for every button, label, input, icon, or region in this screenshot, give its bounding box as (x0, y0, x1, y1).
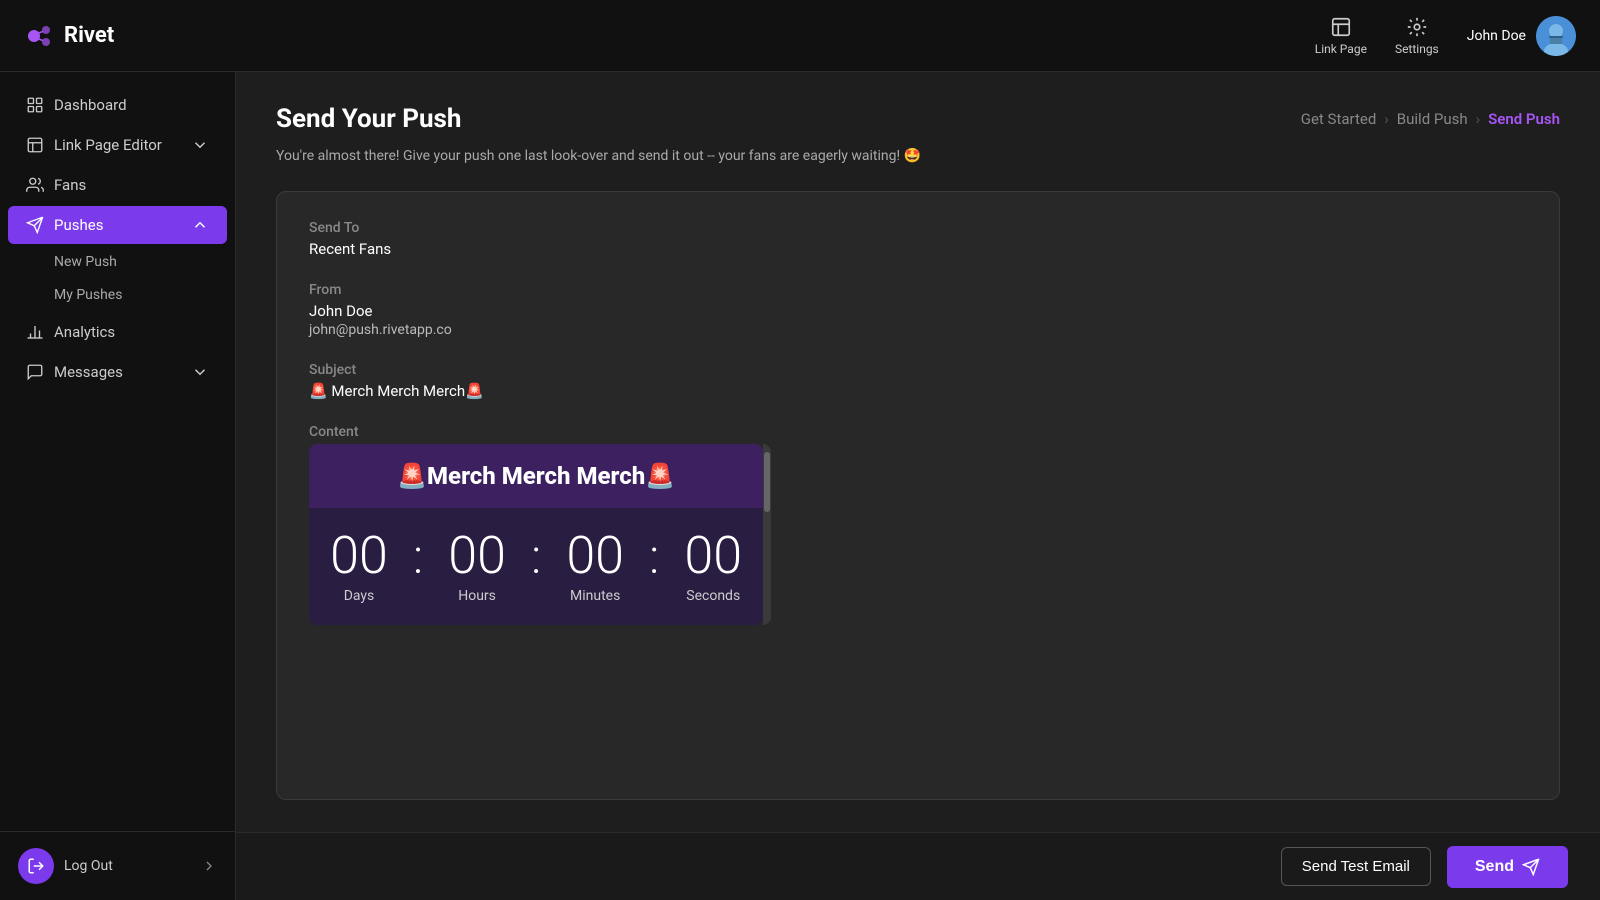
sidebar-item-pushes-label: Pushes (54, 216, 181, 234)
page-header: Send Your Push Get Started › Build Push … (276, 104, 1560, 134)
countdown-seconds-num: 00 (684, 530, 742, 582)
logo: Rivet (24, 20, 114, 52)
sidebar-item-messages-label: Messages (54, 363, 181, 381)
countdown-sep1: : (413, 528, 423, 585)
sidebar-sub-item-my-pushes[interactable]: My Pushes (54, 279, 227, 311)
sidebar: Dashboard Link Page Editor (0, 72, 236, 900)
main-content: Send Your Push Get Started › Build Push … (236, 72, 1600, 832)
subject-label: Subject (309, 362, 1527, 378)
settings-nav[interactable]: Settings (1395, 16, 1439, 56)
subject-section: Subject 🚨 Merch Merch Merch🚨 (309, 362, 1527, 400)
sidebar-item-dashboard[interactable]: Dashboard (8, 86, 227, 124)
sidebar-sub-item-new-push-label: New Push (54, 254, 117, 270)
sidebar-item-fans[interactable]: Fans (8, 166, 227, 204)
countdown-hours: 00 Hours (427, 530, 527, 604)
countdown-container: 00 Days : 00 Hours : (309, 508, 763, 625)
send-test-email-button[interactable]: Send Test Email (1281, 847, 1431, 886)
app-name: Rivet (64, 23, 114, 48)
content-label: Content (309, 424, 1527, 440)
countdown-row: 00 Days : 00 Hours : (309, 528, 763, 605)
sidebar-nav: Dashboard Link Page Editor (0, 72, 235, 831)
countdown-minutes-label: Minutes (570, 588, 620, 604)
settings-nav-label: Settings (1395, 42, 1439, 56)
topnav: Rivet Link Page Settings John Doe (0, 0, 1600, 72)
link-page-nav-label: Link Page (1315, 42, 1367, 56)
from-label: From (309, 282, 1527, 298)
chevron-down-icon-messages (191, 363, 209, 381)
breadcrumb: Get Started › Build Push › Send Push (1301, 110, 1560, 128)
countdown-hours-label: Hours (458, 588, 496, 604)
countdown-seconds: 00 Seconds (663, 530, 763, 604)
user-section[interactable]: John Doe (1467, 16, 1576, 56)
sidebar-item-link-page-editor[interactable]: Link Page Editor (8, 126, 227, 164)
send-to-value: Recent Fans (309, 240, 1527, 258)
breadcrumb-sep2: › (1476, 110, 1481, 128)
page-subtitle: You're almost there! Give your push one … (276, 146, 1560, 167)
countdown-days: 00 Days (309, 530, 409, 604)
scroll-track (763, 444, 771, 625)
breadcrumb-step2: Build Push (1397, 110, 1468, 128)
body-layout: Dashboard Link Page Editor (0, 72, 1600, 900)
countdown-days-label: Days (344, 588, 375, 604)
logout-icon-circle (18, 848, 54, 884)
countdown-sep2: : (531, 528, 541, 585)
sidebar-item-analytics-label: Analytics (54, 323, 209, 341)
sidebar-item-analytics[interactable]: Analytics (8, 313, 227, 351)
chevron-down-icon (191, 136, 209, 154)
countdown-days-num: 00 (330, 530, 388, 582)
sidebar-item-link-page-editor-label: Link Page Editor (54, 136, 181, 154)
countdown-minutes-num: 00 (566, 530, 624, 582)
arrow-right-icon (201, 858, 217, 874)
content-section: Content 🚨Merch Merch Merch🚨 00 Days (309, 424, 1527, 625)
send-icon (1522, 858, 1540, 876)
content-preview: 🚨Merch Merch Merch🚨 00 Days : 0 (309, 444, 763, 625)
push-card: Send To Recent Fans From John Doe john@p… (276, 191, 1560, 800)
countdown-hours-num: 00 (448, 530, 506, 582)
breadcrumb-sep1: › (1384, 110, 1389, 128)
breadcrumb-step3: Send Push (1488, 110, 1560, 128)
countdown-seconds-label: Seconds (686, 588, 740, 604)
from-email: john@push.rivetapp.co (309, 322, 1527, 338)
sidebar-item-messages[interactable]: Messages (8, 353, 227, 391)
sidebar-sub-item-my-pushes-label: My Pushes (54, 287, 122, 303)
sidebar-sub-item-new-push[interactable]: New Push (54, 246, 227, 278)
countdown-sep3: : (649, 528, 659, 585)
sidebar-sub-pushes: New Push My Pushes (0, 246, 235, 311)
link-page-nav[interactable]: Link Page (1315, 16, 1367, 56)
bottom-bar: Send Test Email Send (236, 832, 1600, 900)
send-button[interactable]: Send (1447, 846, 1568, 888)
avatar (1536, 16, 1576, 56)
subject-value: 🚨 Merch Merch Merch🚨 (309, 382, 1527, 400)
logout-label: Log Out (64, 858, 113, 874)
countdown-minutes: 00 Minutes (545, 530, 645, 604)
from-section: From John Doe john@push.rivetapp.co (309, 282, 1527, 338)
from-name: John Doe (309, 302, 1527, 320)
sidebar-item-dashboard-label: Dashboard (54, 96, 209, 114)
chevron-up-icon (191, 216, 209, 234)
sidebar-item-pushes[interactable]: Pushes (8, 206, 227, 244)
send-button-label: Send (1475, 858, 1514, 876)
send-to-section: Send To Recent Fans (309, 220, 1527, 258)
scroll-thumb (764, 452, 770, 512)
logout-section[interactable]: Log Out (0, 831, 235, 900)
sidebar-item-fans-label: Fans (54, 176, 209, 194)
user-name: John Doe (1467, 28, 1526, 44)
breadcrumb-step1: Get Started (1301, 110, 1377, 128)
page-title: Send Your Push (276, 104, 461, 134)
send-to-label: Send To (309, 220, 1527, 236)
preview-title: 🚨Merch Merch Merch🚨 (309, 444, 763, 508)
topnav-right: Link Page Settings John Doe (1315, 16, 1576, 56)
